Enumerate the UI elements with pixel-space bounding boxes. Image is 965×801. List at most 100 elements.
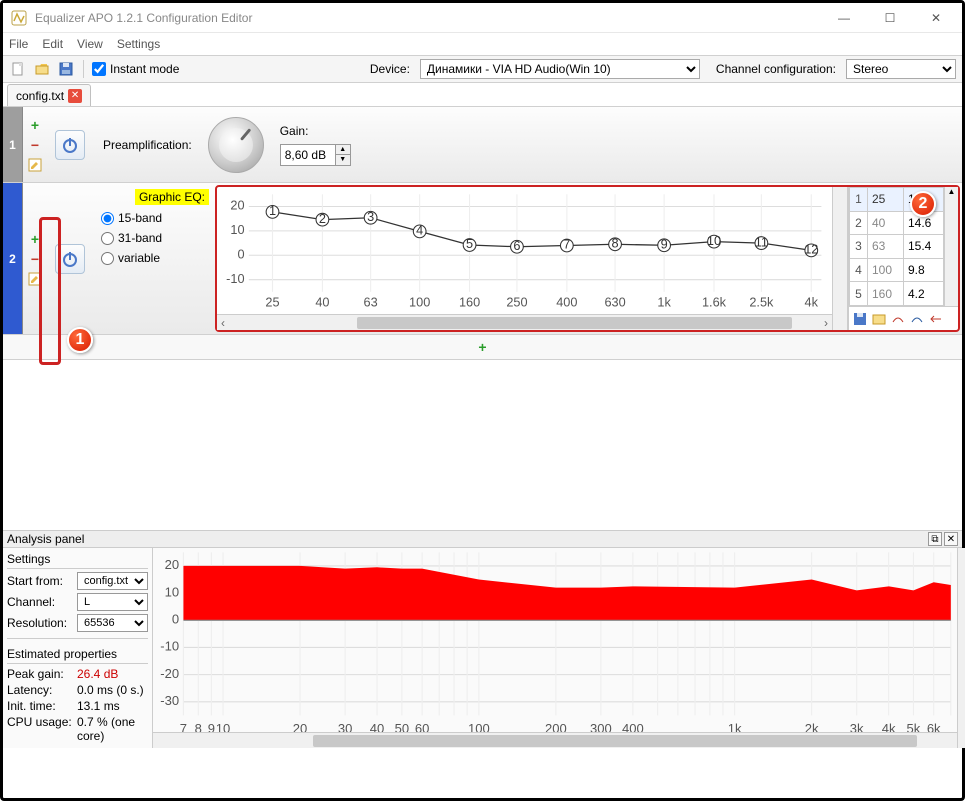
- freq-table-vscroll[interactable]: ▲: [944, 187, 958, 306]
- analysis-panel: Settings Start from:config.txt Channel:L…: [3, 548, 962, 748]
- radio-31band[interactable]: 31-band: [101, 231, 209, 245]
- new-file-icon[interactable]: [9, 60, 27, 78]
- svg-text:-20: -20: [160, 666, 179, 681]
- analysis-dock-icon[interactable]: ⧉: [928, 532, 942, 546]
- analysis-close-icon[interactable]: ✕: [944, 532, 958, 546]
- svg-text:0: 0: [237, 246, 244, 261]
- svg-text:0: 0: [172, 612, 179, 627]
- save-file-icon[interactable]: [57, 60, 75, 78]
- analysis-graph[interactable]: -30-20-100102078910203040506010020030040…: [153, 548, 957, 748]
- svg-text:8: 8: [612, 235, 619, 250]
- filter-area: 1 + − Preamplification: Gain: ▲▼ 2 + −: [3, 107, 962, 360]
- eq-vscroll[interactable]: [832, 187, 848, 330]
- preamp-label: Preamplification:: [103, 138, 192, 152]
- add-icon[interactable]: +: [27, 231, 43, 247]
- power-button[interactable]: [55, 244, 85, 274]
- device-label: Device:: [370, 62, 410, 76]
- svg-text:11: 11: [755, 234, 768, 249]
- reset-icon[interactable]: [928, 311, 944, 327]
- analysis-title: Analysis panel: [7, 532, 84, 546]
- channel-config-select[interactable]: Stereo: [846, 59, 956, 79]
- peak-value: 26.4 dB: [77, 667, 148, 681]
- row-index[interactable]: 2: [3, 183, 23, 334]
- svg-text:3: 3: [367, 209, 374, 224]
- close-button[interactable]: ✕: [922, 7, 950, 29]
- radio-15band[interactable]: 15-band: [101, 211, 209, 225]
- titlebar: Equalizer APO 1.2.1 Configuration Editor…: [3, 3, 962, 33]
- analysis-settings: Settings Start from:config.txt Channel:L…: [3, 548, 153, 748]
- eq-freq-panel: 12517.8 24014.6 36315.4 41009.8 51604.2 …: [848, 187, 958, 330]
- latency-value: 0.0 ms (0 s.): [77, 683, 148, 697]
- gain-input[interactable]: [280, 144, 336, 166]
- svg-text:-10: -10: [226, 271, 244, 286]
- svg-text:100: 100: [409, 295, 430, 310]
- maximize-button[interactable]: ☐: [876, 7, 904, 29]
- resolution-select[interactable]: 65536: [77, 614, 148, 632]
- channel-label: Channel:: [7, 595, 73, 609]
- svg-text:5: 5: [466, 236, 473, 251]
- init-value: 13.1 ms: [77, 699, 148, 713]
- svg-text:2: 2: [319, 211, 326, 226]
- svg-text:400: 400: [556, 295, 577, 310]
- svg-text:10: 10: [707, 233, 721, 248]
- tab-close-icon[interactable]: ✕: [68, 89, 82, 103]
- window-title: Equalizer APO 1.2.1 Configuration Editor: [35, 11, 830, 25]
- tab-config[interactable]: config.txt ✕: [7, 84, 91, 106]
- menu-edit[interactable]: Edit: [42, 37, 63, 51]
- analysis-panel-header: Analysis panel ⧉ ✕: [3, 530, 962, 548]
- init-label: Init. time:: [7, 699, 77, 713]
- eq-side-tools: [849, 306, 958, 330]
- eq-options: Graphic EQ: 15-band 31-band variable: [93, 183, 213, 334]
- estimated-title: Estimated properties: [7, 645, 148, 664]
- svg-text:4: 4: [416, 223, 423, 238]
- row-index[interactable]: 1: [3, 107, 23, 182]
- cpu-label: CPU usage:: [7, 715, 77, 743]
- latency-label: Latency:: [7, 683, 77, 697]
- eq-graph[interactable]: -10010202540631001602504006301k1.6k2.5k4…: [217, 187, 832, 314]
- power-button[interactable]: [55, 130, 85, 160]
- empty-area: [3, 360, 962, 530]
- invert-icon[interactable]: [890, 311, 906, 327]
- svg-text:63: 63: [364, 295, 378, 310]
- svg-text:2.5k: 2.5k: [749, 295, 774, 310]
- menu-view[interactable]: View: [77, 37, 103, 51]
- open-preset-icon[interactable]: [871, 311, 887, 327]
- add-filter-row: +: [3, 335, 962, 359]
- remove-icon[interactable]: −: [27, 251, 43, 267]
- svg-text:9: 9: [661, 236, 668, 251]
- annotation-badge-1: 1: [67, 327, 93, 353]
- svg-text:10: 10: [230, 222, 244, 237]
- annotation-badge-2: 2: [910, 191, 936, 217]
- minimize-button[interactable]: —: [830, 7, 858, 29]
- gain-knob[interactable]: [208, 117, 264, 173]
- svg-text:7: 7: [563, 237, 570, 252]
- resolution-label: Resolution:: [7, 616, 73, 630]
- svg-text:1.6k: 1.6k: [702, 295, 727, 310]
- menu-settings[interactable]: Settings: [117, 37, 160, 51]
- svg-text:20: 20: [230, 198, 244, 213]
- device-select[interactable]: Динамики - VIA HD Audio(Win 10): [420, 59, 700, 79]
- edit-icon[interactable]: [27, 157, 43, 173]
- add-icon[interactable]: +: [475, 339, 491, 355]
- gain-spinner[interactable]: ▲▼: [336, 144, 351, 166]
- analysis-hscroll[interactable]: [153, 732, 957, 748]
- start-from-select[interactable]: config.txt: [77, 572, 148, 590]
- svg-text:1k: 1k: [657, 295, 671, 310]
- toolbar: Instant mode Device: Динамики - VIA HD A…: [3, 55, 962, 83]
- instant-mode-checkbox[interactable]: Instant mode: [92, 62, 179, 76]
- eq-hscroll[interactable]: ‹›: [217, 314, 832, 330]
- menu-file[interactable]: File: [9, 37, 28, 51]
- row-tools: + −: [23, 183, 47, 334]
- open-file-icon[interactable]: [33, 60, 51, 78]
- channel-select[interactable]: L: [77, 593, 148, 611]
- svg-text:12: 12: [804, 242, 818, 257]
- normalize-icon[interactable]: [909, 311, 925, 327]
- radio-variable[interactable]: variable: [101, 251, 209, 265]
- save-preset-icon[interactable]: [852, 311, 868, 327]
- remove-icon[interactable]: −: [27, 137, 43, 153]
- edit-icon[interactable]: [27, 271, 43, 287]
- app-icon: [11, 10, 27, 26]
- add-icon[interactable]: +: [27, 117, 43, 133]
- analysis-graph-wrap: -30-20-100102078910203040506010020030040…: [153, 548, 965, 748]
- analysis-vscroll[interactable]: [957, 548, 965, 748]
